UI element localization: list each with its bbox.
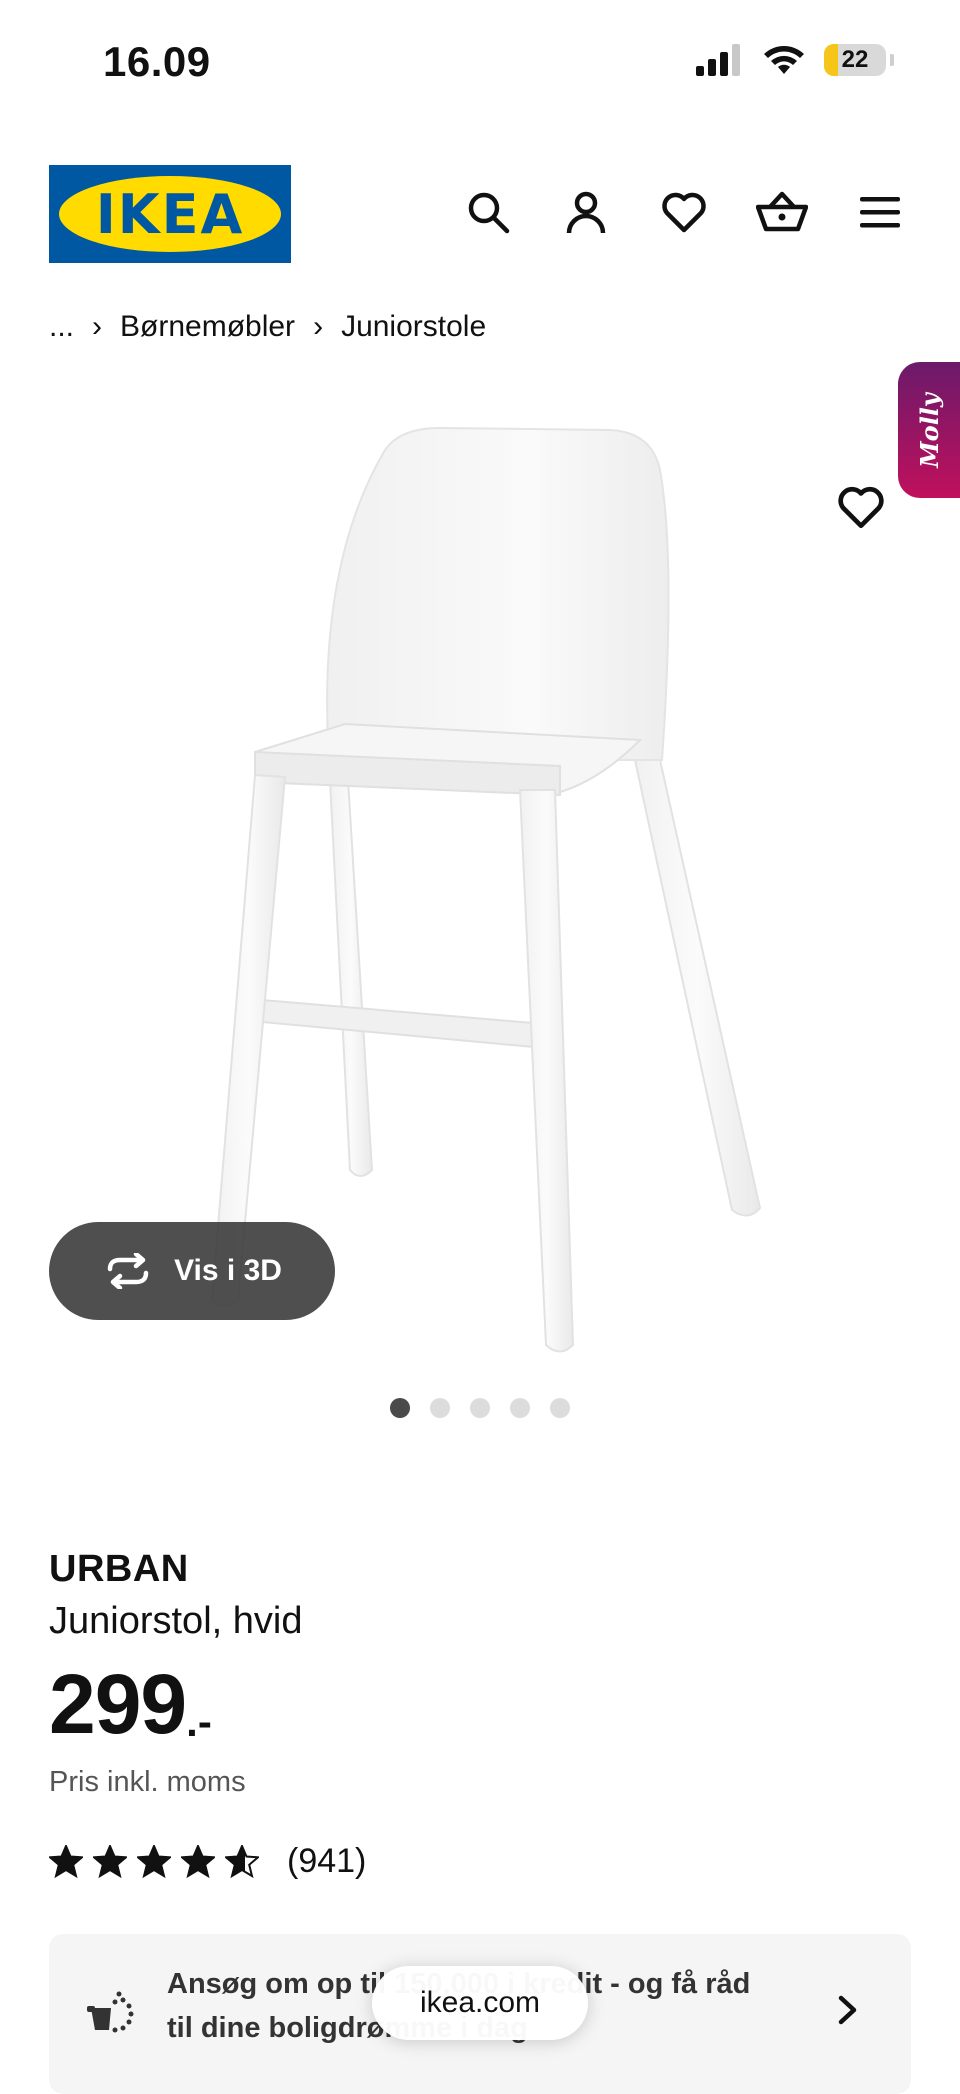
chevron-right-icon: › bbox=[92, 310, 103, 343]
status-icons: 22 bbox=[696, 44, 894, 76]
chat-assistant-label: Molly bbox=[914, 392, 944, 468]
star-icon bbox=[93, 1844, 127, 1878]
account-icon bbox=[566, 191, 606, 234]
ikea-logo[interactable]: IKEA bbox=[49, 165, 291, 263]
battery-indicator: 22 bbox=[824, 44, 886, 76]
gallery-dot[interactable] bbox=[470, 1398, 490, 1418]
price-suffix: .- bbox=[186, 1698, 212, 1745]
chat-assistant-tab[interactable]: Molly bbox=[898, 362, 960, 498]
star-icon bbox=[49, 1844, 83, 1878]
favorites-button[interactable] bbox=[656, 184, 712, 240]
star-icon bbox=[137, 1844, 171, 1878]
chevron-right-icon: › bbox=[313, 310, 324, 343]
breadcrumb-item-children-furniture[interactable]: Børnemøbler bbox=[120, 310, 295, 344]
breadcrumb: ... › Børnemøbler › Juniorstole bbox=[49, 310, 486, 344]
gallery-dot[interactable] bbox=[510, 1398, 530, 1418]
product-rating[interactable]: (941) bbox=[49, 1842, 366, 1881]
browser-url: ikea.com bbox=[419, 1986, 541, 2019]
product-description: Juniorstol, hvid bbox=[49, 1600, 303, 1642]
battery-cap bbox=[890, 54, 894, 66]
logo-text: IKEA bbox=[95, 182, 245, 246]
rotate-icon bbox=[107, 1253, 149, 1289]
view-in-3d-button[interactable]: Vis i 3D bbox=[49, 1222, 335, 1320]
review-count: (941) bbox=[287, 1842, 367, 1880]
status-time: 16.09 bbox=[103, 38, 211, 85]
breadcrumb-ellipsis[interactable]: ... bbox=[49, 310, 74, 344]
heart-icon bbox=[838, 486, 884, 529]
gallery-dot[interactable] bbox=[550, 1398, 570, 1418]
chevron-right-icon bbox=[838, 1995, 857, 2025]
product-name: URBAN bbox=[49, 1548, 189, 1590]
heart-icon bbox=[662, 192, 706, 233]
add-to-favorites-button[interactable] bbox=[836, 482, 886, 532]
star-icon bbox=[225, 1844, 259, 1878]
gallery-dot[interactable] bbox=[430, 1398, 450, 1418]
piggy-bank-icon bbox=[87, 1991, 134, 2033]
cellular-signal-icon bbox=[696, 44, 740, 76]
star-icon bbox=[181, 1844, 215, 1878]
basket-icon bbox=[756, 191, 808, 232]
search-button[interactable] bbox=[460, 184, 516, 240]
price-amount: 299 bbox=[49, 1657, 187, 1751]
gallery-dot[interactable] bbox=[390, 1398, 410, 1418]
battery-percent: 22 bbox=[841, 46, 869, 73]
gallery-pagination bbox=[0, 1398, 960, 1418]
product-price: 299 .- bbox=[49, 1662, 212, 1746]
menu-button[interactable] bbox=[852, 184, 908, 240]
account-button[interactable] bbox=[558, 184, 614, 240]
header-actions bbox=[460, 184, 908, 240]
menu-icon bbox=[860, 197, 900, 228]
browser-address-bar[interactable]: ikea.com bbox=[372, 1966, 588, 2040]
price-note: Pris inkl. moms bbox=[49, 1766, 246, 1798]
logo-oval: IKEA bbox=[59, 176, 281, 252]
wifi-icon bbox=[764, 46, 804, 74]
basket-button[interactable] bbox=[754, 184, 810, 240]
view-in-3d-label: Vis i 3D bbox=[174, 1254, 282, 1287]
search-icon bbox=[468, 192, 510, 234]
breadcrumb-item-junior-chairs[interactable]: Juniorstole bbox=[341, 310, 486, 344]
